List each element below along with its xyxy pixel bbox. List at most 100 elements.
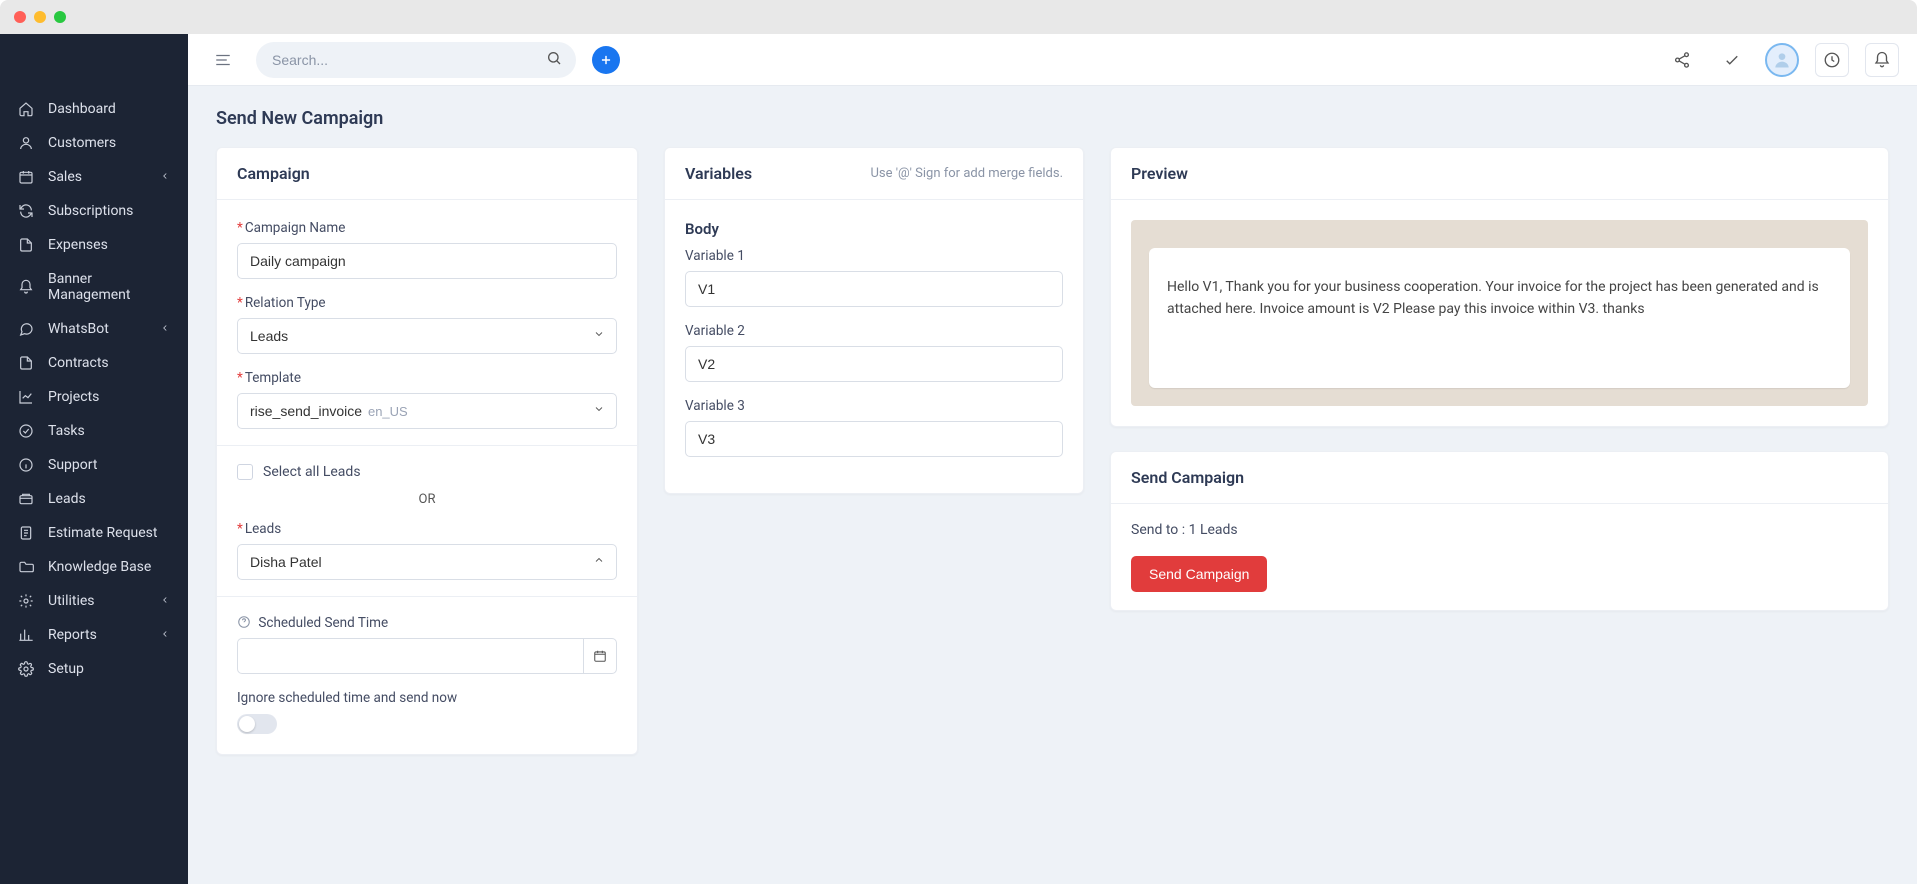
sidebar-item-label: Projects <box>48 389 99 405</box>
sidebar-item-projects[interactable]: Projects <box>0 380 188 414</box>
chevron-left-icon <box>160 169 170 185</box>
sidebar-item-tasks[interactable]: Tasks <box>0 414 188 448</box>
add-button[interactable] <box>592 46 620 74</box>
ignore-scheduled-toggle[interactable] <box>237 714 277 734</box>
chat-icon <box>18 321 34 337</box>
bell-icon <box>18 279 34 295</box>
preview-column: Preview Hello V1, Thank you for your bus… <box>1110 147 1889 611</box>
sidebar-item-contracts[interactable]: Contracts <box>0 346 188 380</box>
sidebar-item-label: Contracts <box>48 355 109 371</box>
clock-icon[interactable] <box>1815 43 1849 77</box>
sidebar-item-label: Setup <box>48 661 84 677</box>
send-card-title: Send Campaign <box>1131 468 1244 487</box>
sidebar-item-setup[interactable]: Setup <box>0 652 188 686</box>
sidebar-item-leads[interactable]: Leads <box>0 482 188 516</box>
sidebar-item-label: Customers <box>48 135 116 151</box>
chevron-left-icon <box>160 627 170 643</box>
scheduled-time-input[interactable] <box>237 638 583 674</box>
leads-select[interactable]: Disha Patel <box>237 544 617 580</box>
sidebar-item-reports[interactable]: Reports <box>0 618 188 652</box>
calendar-button[interactable] <box>583 638 618 674</box>
variables-body-heading: Body <box>685 220 1063 238</box>
sidebar-item-label: Knowledge Base <box>48 559 151 575</box>
sidebar-nav: Dashboard Customers SalesSubscriptionsExpe… <box>0 84 188 694</box>
variable-2-input[interactable] <box>685 346 1063 382</box>
share-icon[interactable] <box>1665 43 1699 77</box>
sidebar-item-whatsbot[interactable]: WhatsBot <box>0 312 188 346</box>
preview-card: Preview Hello V1, Thank you for your bus… <box>1110 147 1889 427</box>
variable-3-label: Variable 3 <box>685 398 1063 414</box>
variables-card-title: Variables <box>685 164 752 183</box>
sidebar-item-dashboard[interactable]: Dashboard <box>0 92 188 126</box>
or-divider: OR <box>237 492 617 507</box>
sidebar-item-subscriptions[interactable]: Subscriptions <box>0 194 188 228</box>
send-campaign-card: Send Campaign Send to : 1 Leads Send Cam… <box>1110 451 1889 611</box>
chevron-left-icon <box>160 321 170 337</box>
send-to-text: Send to : 1 Leads <box>1131 522 1868 538</box>
campaign-name-input[interactable] <box>237 243 617 279</box>
relation-type-label: *Relation Type <box>237 295 617 311</box>
help-icon <box>237 615 251 629</box>
menu-toggle-icon[interactable] <box>206 43 240 77</box>
variable-1-input[interactable] <box>685 271 1063 307</box>
template-select[interactable]: rise_send_invoice en_US <box>237 393 617 429</box>
sidebar-item-label: Leads <box>48 491 86 507</box>
variable-3-input[interactable] <box>685 421 1063 457</box>
select-all-checkbox[interactable] <box>237 464 253 480</box>
sidebar-item-customers[interactable]: Customers <box>0 126 188 160</box>
sidebar-item-sales[interactable]: Sales <box>0 160 188 194</box>
window-minimize[interactable] <box>34 11 46 23</box>
send-card-header: Send Campaign <box>1111 452 1888 504</box>
campaign-card-body: *Campaign Name *Relation Type Leads *Tem… <box>217 200 637 754</box>
help-icon <box>18 457 34 473</box>
cog-icon <box>18 661 34 677</box>
send-campaign-button[interactable]: Send Campaign <box>1131 556 1267 592</box>
bell-icon[interactable] <box>1865 43 1899 77</box>
chevron-left-icon <box>160 593 170 609</box>
sidebar-item-utilities[interactable]: Utilities <box>0 584 188 618</box>
sidebar-item-support[interactable]: Support <box>0 448 188 482</box>
calendar-icon <box>18 169 34 185</box>
campaign-card: Campaign *Campaign Name *Relation Type L… <box>216 147 638 755</box>
sidebar-item-banner-management[interactable]: Banner Management <box>0 262 188 312</box>
variable-1-label: Variable 1 <box>685 248 1063 264</box>
leads-icon <box>18 491 34 507</box>
sidebar-item-label: Banner Management <box>48 271 170 303</box>
doc-icon <box>18 525 34 541</box>
template-label: *Template <box>237 370 617 386</box>
campaign-card-title: Campaign <box>237 164 310 183</box>
relation-type-select[interactable]: Leads <box>237 318 617 354</box>
browser-chrome <box>0 0 1917 34</box>
check-icon[interactable] <box>1715 43 1749 77</box>
bar-icon <box>18 627 34 643</box>
chart-icon <box>18 389 34 405</box>
campaign-name-label: *Campaign Name <box>237 220 617 236</box>
variables-card: Variables Use '@' Sign for add merge fie… <box>664 147 1084 494</box>
preview-message: Hello V1, Thank you for your business co… <box>1149 248 1850 388</box>
window-close[interactable] <box>14 11 26 23</box>
sidebar-item-knowledge-base[interactable]: Knowledge Base <box>0 550 188 584</box>
sidebar-item-label: Reports <box>48 627 97 643</box>
content: Send New Campaign Campaign *Campaign Nam… <box>188 86 1917 884</box>
window-maximize[interactable] <box>54 11 66 23</box>
campaign-card-header: Campaign <box>217 148 637 200</box>
search-input[interactable] <box>256 42 576 78</box>
variable-2-label: Variable 2 <box>685 323 1063 339</box>
user-icon <box>18 135 34 151</box>
avatar[interactable] <box>1765 43 1799 77</box>
search-icon[interactable] <box>546 50 562 70</box>
variables-card-hint: Use '@' Sign for add merge fields. <box>870 166 1063 181</box>
sidebar-item-expenses[interactable]: Expenses <box>0 228 188 262</box>
preview-chat-bg: Hello V1, Thank you for your business co… <box>1131 220 1868 406</box>
sidebar-item-estimate-request[interactable]: Estimate Request <box>0 516 188 550</box>
toggle-thumb <box>239 716 255 732</box>
file-icon <box>18 355 34 371</box>
preview-card-title: Preview <box>1131 164 1188 183</box>
sidebar-item-label: Dashboard <box>48 101 116 117</box>
file-icon <box>18 237 34 253</box>
sidebar-item-label: Utilities <box>48 593 95 609</box>
sidebar-logo <box>0 34 188 84</box>
main: Send New Campaign Campaign *Campaign Nam… <box>188 34 1917 884</box>
variables-card-body: Body Variable 1 Variable 2 Variable 3 <box>665 200 1083 493</box>
gear-icon <box>18 593 34 609</box>
